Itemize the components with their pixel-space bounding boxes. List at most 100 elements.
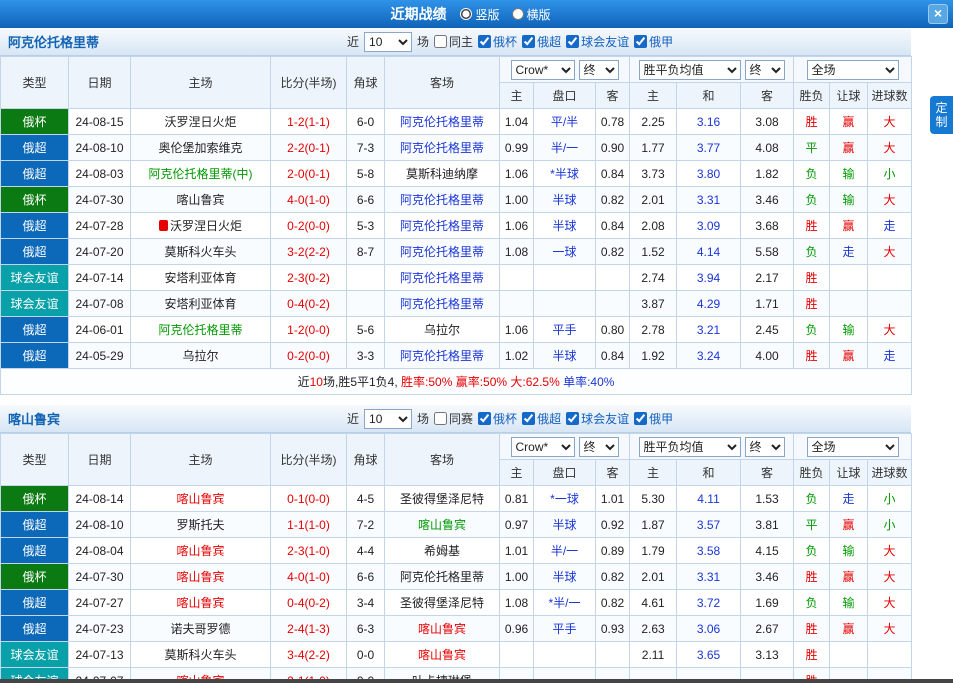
away-team-cell[interactable]: 莫斯科迪纳摩 [385,161,500,187]
first-input[interactable] [634,35,647,48]
same-league-checkbox[interactable]: 同赛 [434,410,473,427]
match-row: 俄杯24-08-15沃罗涅日火炬1-2(1-1)6-0阿克伦托格里蒂1.04平/… [1,109,912,135]
home-team-cell[interactable]: 安塔利亚体育 [131,291,271,317]
home-team-cell[interactable]: 沃罗涅日火炬 [131,109,271,135]
col-wdl: 胜负 [794,83,830,109]
horizontal-radio[interactable] [512,8,524,20]
away-team-cell[interactable]: 阿克伦托格里蒂 [385,265,500,291]
match-count-select[interactable]: 10 [364,32,412,52]
away-team-cell[interactable]: 希姆基 [385,538,500,564]
away-team-cell[interactable]: 阿克伦托格里蒂 [385,291,500,317]
asia-away-odds-cell [596,291,630,317]
layout-horizontal-option[interactable]: 横版 [512,6,551,23]
odds-time-select[interactable]: 终 [579,60,619,80]
result-wdl-cell: 胜 [794,213,830,239]
avg-away-cell: 1.69 [741,590,794,616]
league-checkbox-friendly[interactable]: 球会友谊 [566,410,629,427]
away-team-cell[interactable]: 喀山鲁宾 [385,616,500,642]
score-cell: 0-4(0-2) [271,590,347,616]
league-checkbox-first[interactable]: 俄甲 [634,33,673,50]
league-checkbox-friendly[interactable]: 球会友谊 [566,33,629,50]
asia-handicap-cell: 半/一 [534,135,596,161]
home-team-cell[interactable]: 喀山鲁宾 [131,486,271,512]
cup-input[interactable] [478,35,491,48]
col-away: 客场 [385,57,500,109]
stats-summary: 近10场,胜5平1负4, 胜率:50% 赢率:50% 大:62.5% 单率:40… [1,369,912,395]
asia-handicap-cell: 一球 [534,239,596,265]
away-team-cell[interactable]: 阿克伦托格里蒂 [385,343,500,369]
away-team-cell[interactable]: 阿克伦托格里蒂 [385,135,500,161]
away-team-cell[interactable]: 喀山鲁宾 [385,642,500,668]
league-checkbox-cup[interactable]: 俄杯 [478,33,517,50]
super-input[interactable] [522,412,535,425]
full-match-select[interactable]: 全场 [807,60,899,80]
home-team-cell[interactable]: 喀山鲁宾 [131,564,271,590]
league-type-cell: 俄杯 [1,187,69,213]
home-team-cell[interactable]: 沃罗涅日火炬 [131,213,271,239]
home-team-cell[interactable]: 莫斯科火车头 [131,239,271,265]
same-home-checkbox[interactable]: 同主 [434,33,473,50]
super-input[interactable] [522,35,535,48]
league-checkbox-super[interactable]: 俄超 [522,33,561,50]
cup-input[interactable] [478,412,491,425]
away-team-cell[interactable]: 乌拉尔 [385,317,500,343]
home-team-cell[interactable]: 喀山鲁宾 [131,538,271,564]
home-team-cell[interactable]: 莫斯科火车头 [131,642,271,668]
avg-draw-cell: 3.80 [677,161,741,187]
league-checkbox-super[interactable]: 俄超 [522,410,561,427]
away-team-cell[interactable]: 喀山鲁宾 [385,512,500,538]
score-cell: 2-3(1-0) [271,538,347,564]
col-date: 日期 [69,57,131,109]
first-input[interactable] [634,412,647,425]
away-team-cell[interactable]: 阿克伦托格里蒂 [385,213,500,239]
customize-tab[interactable]: 定制 [930,96,953,134]
vertical-radio[interactable] [460,8,472,20]
home-team-cell[interactable]: 安塔利亚体育 [131,265,271,291]
close-button[interactable]: × [928,4,948,24]
avg-time-select[interactable]: 终 [745,60,785,80]
full-match-select[interactable]: 全场 [807,437,899,457]
col-home: 主场 [131,57,271,109]
layout-vertical-option[interactable]: 竖版 [460,6,499,23]
avg-odds-select[interactable]: 胜平负均值 [639,437,741,457]
away-team-cell[interactable]: 阿克伦托格里蒂 [385,239,500,265]
home-team-cell[interactable]: 阿克伦托格里蒂 [131,317,271,343]
home-team-cell[interactable]: 喀山鲁宾 [131,590,271,616]
away-team-cell[interactable]: 圣彼得堡泽尼特 [385,590,500,616]
league-checkbox-first[interactable]: 俄甲 [634,410,673,427]
odds-time-select[interactable]: 终 [579,437,619,457]
away-team-cell[interactable]: 阿克伦托格里蒂 [385,109,500,135]
avg-away-cell: 1.53 [741,486,794,512]
asia-away-odds-cell: 0.84 [596,343,630,369]
odds-company-select[interactable]: Crow* [511,60,575,80]
away-team-cell[interactable]: 圣彼得堡泽尼特 [385,486,500,512]
friendly-input[interactable] [566,35,579,48]
home-team-cell[interactable]: 奥伦堡加索维克 [131,135,271,161]
odds-selects: Crow*终 [500,434,630,460]
summary-segment: 单率:40% [560,375,615,389]
home-team-cell[interactable]: 喀山鲁宾 [131,187,271,213]
home-team-cell[interactable]: 诺夫哥罗德 [131,616,271,642]
league-type-cell: 俄超 [1,161,69,187]
friendly-input[interactable] [566,412,579,425]
match-count-select[interactable]: 10 [364,409,412,429]
odds-company-select[interactable]: Crow* [511,437,575,457]
avg-odds-select[interactable]: 胜平负均值 [639,60,741,80]
away-team-cell[interactable]: 阿克伦托格里蒂 [385,187,500,213]
home-team-cell[interactable]: 乌拉尔 [131,343,271,369]
league-checkbox-cup[interactable]: 俄杯 [478,410,517,427]
same-league-input[interactable] [434,412,447,425]
home-team-cell[interactable]: 罗斯托夫 [131,512,271,538]
away-team-cell[interactable]: 阿克伦托格里蒂 [385,564,500,590]
league-type-cell: 俄超 [1,538,69,564]
league-type-cell: 球会友谊 [1,642,69,668]
col-let: 让球 [830,83,868,109]
summary-segment: 10 [310,375,323,389]
home-team-cell[interactable]: 阿克伦托格里蒂(中) [131,161,271,187]
result-handicap-cell [830,265,868,291]
match-row: 俄超24-08-03阿克伦托格里蒂(中)2-0(0-1)5-8莫斯科迪纳摩1.0… [1,161,912,187]
same-home-input[interactable] [434,35,447,48]
avg-time-select[interactable]: 终 [745,437,785,457]
asia-handicap-cell: 半球 [534,187,596,213]
match-row: 俄杯24-07-30喀山鲁宾4-0(1-0)6-6阿克伦托格里蒂1.00半球0.… [1,564,912,590]
